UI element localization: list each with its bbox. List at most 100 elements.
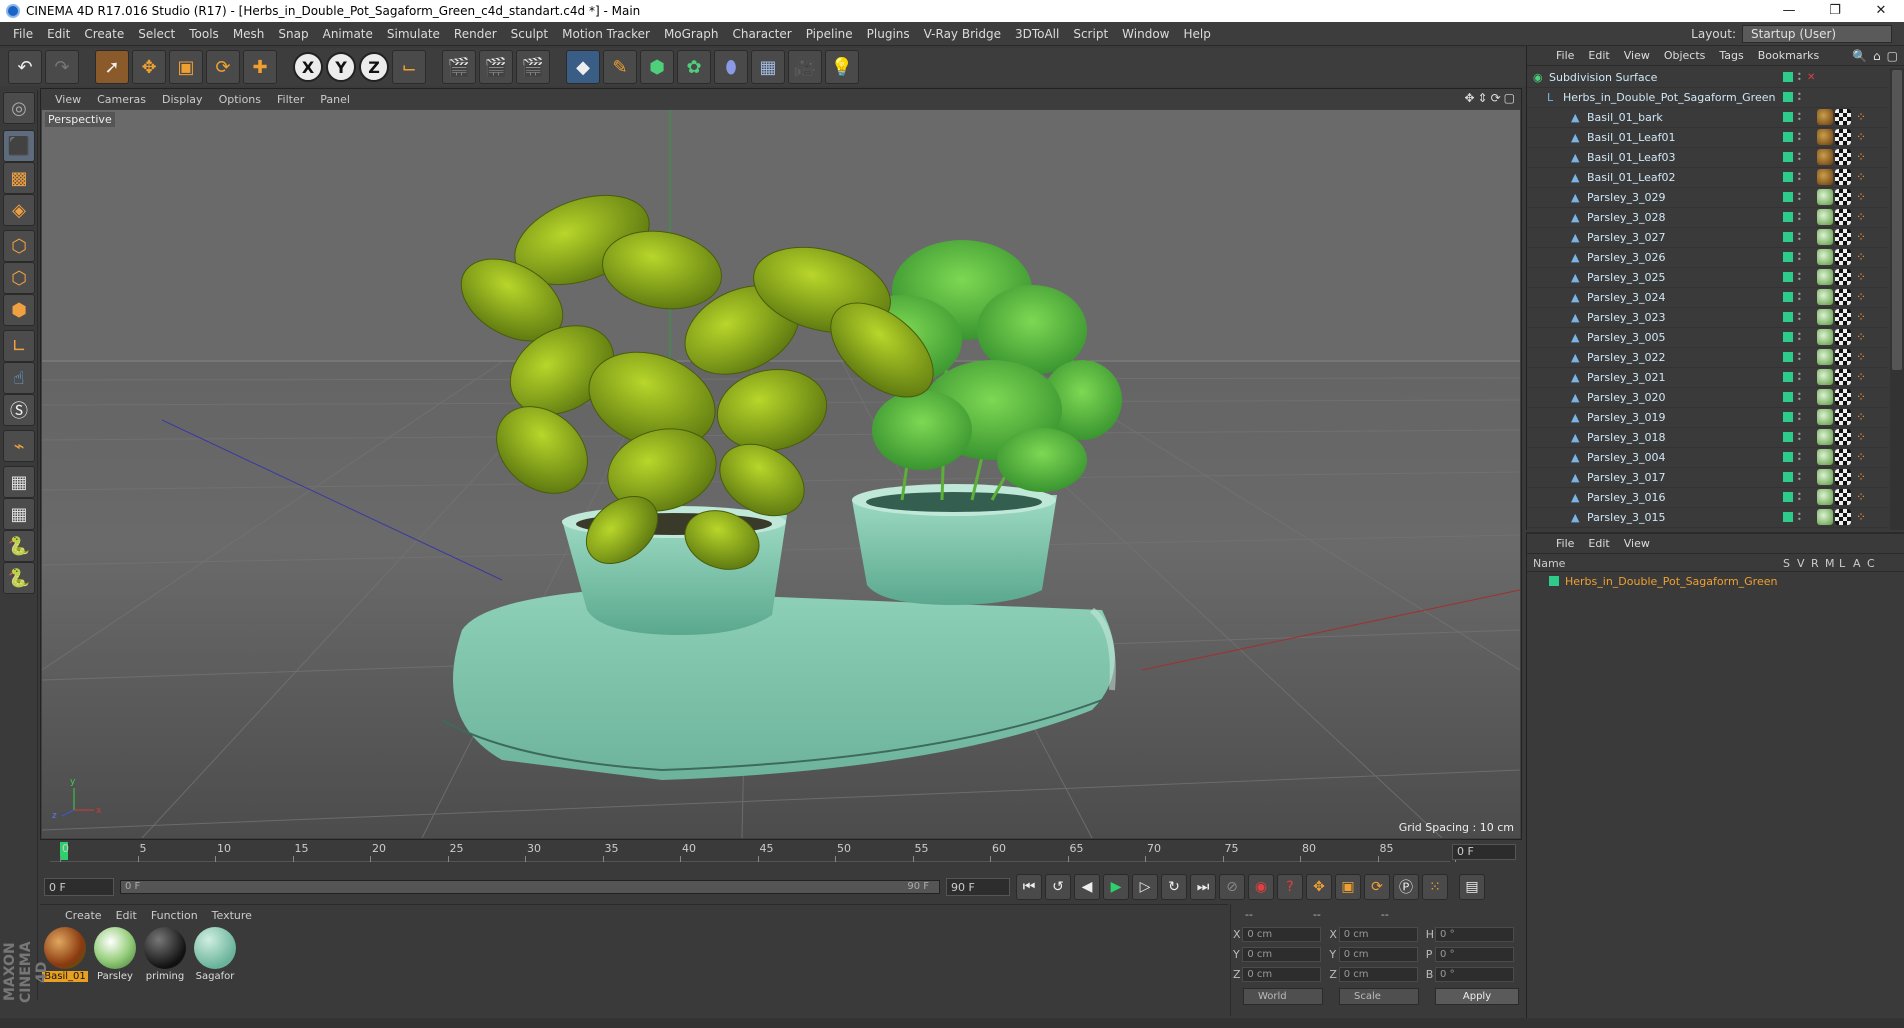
- orbit-icon[interactable]: ⟳: [1491, 91, 1501, 105]
- snapping-icon[interactable]: Ⓢ: [3, 394, 35, 426]
- render-flag-icon[interactable]: • •: [1797, 191, 1803, 204]
- axis-mode-icon[interactable]: ∟: [3, 330, 35, 362]
- object-menu-objects[interactable]: Objects: [1657, 49, 1713, 62]
- parameter-key-icon[interactable]: Ⓟ: [1393, 874, 1419, 900]
- phong-tag-icon[interactable]: ⁘: [1853, 129, 1869, 145]
- phong-tag-icon[interactable]: ⁘: [1853, 109, 1869, 125]
- phong-tag-icon[interactable]: ⁘: [1853, 429, 1869, 445]
- material-swatch[interactable]: priming: [142, 927, 188, 985]
- layout-dropdown[interactable]: Startup (User): [1742, 25, 1892, 43]
- menu-pipeline[interactable]: Pipeline: [799, 22, 860, 46]
- material-tag-icon[interactable]: [1817, 389, 1833, 405]
- coordinate-value-field[interactable]: 0 cm: [1242, 966, 1322, 982]
- menu-help[interactable]: Help: [1176, 22, 1217, 46]
- menu-v-ray-bridge[interactable]: V-Ray Bridge: [917, 22, 1008, 46]
- material-tag-icon[interactable]: [1817, 269, 1833, 285]
- menu-plugins[interactable]: Plugins: [860, 22, 917, 46]
- workplane-grid-icon[interactable]: ▦: [3, 466, 35, 498]
- render-flag-icon[interactable]: • •: [1797, 231, 1803, 244]
- material-swatch[interactable]: Parsley: [92, 927, 138, 985]
- coordinate-value-field[interactable]: 0 °: [1435, 946, 1515, 962]
- tree-row-object[interactable]: ▲ Basil_01_Leaf03 • • ⁘: [1527, 148, 1889, 168]
- mograph-cloner-icon[interactable]: ✿: [677, 50, 711, 84]
- tree-row-object[interactable]: ▲ Parsley_3_018 • • ⁘: [1527, 428, 1889, 448]
- uvw-tag-icon[interactable]: [1835, 249, 1851, 265]
- rotate-icon[interactable]: ⟳: [206, 50, 240, 84]
- menu-file[interactable]: File: [6, 22, 40, 46]
- coordinate-value-field[interactable]: 0 cm: [1242, 926, 1322, 942]
- make-editable-icon[interactable]: ◎: [3, 92, 35, 124]
- uvw-tag-icon[interactable]: [1835, 449, 1851, 465]
- record-keys-icon[interactable]: ⊘: [1219, 874, 1245, 900]
- menu-edit[interactable]: Edit: [40, 22, 77, 46]
- light-icon[interactable]: 💡: [825, 50, 859, 84]
- render-picture-viewer-icon[interactable]: 🎬: [479, 50, 513, 84]
- scale-icon[interactable]: ▣: [169, 50, 203, 84]
- search-icon[interactable]: 🔍: [1852, 49, 1867, 63]
- phong-tag-icon[interactable]: ⁘: [1853, 489, 1869, 505]
- object-tree-scrollbar[interactable]: [1890, 68, 1904, 530]
- camera-icon[interactable]: 🎥: [788, 50, 822, 84]
- maximize-view-icon[interactable]: ▢: [1504, 91, 1515, 105]
- disable-icon[interactable]: ✕: [1807, 72, 1815, 83]
- x-axis-icon[interactable]: X: [293, 52, 323, 82]
- tree-row-object[interactable]: ▲ Parsley_3_017 • • ⁘: [1527, 468, 1889, 488]
- phong-tag-icon[interactable]: ⁘: [1853, 269, 1869, 285]
- uvw-tag-icon[interactable]: [1835, 329, 1851, 345]
- uvw-tag-icon[interactable]: [1835, 109, 1851, 125]
- render-flag-icon[interactable]: • •: [1797, 271, 1803, 284]
- spline-pen-icon[interactable]: ✎: [603, 50, 637, 84]
- visibility-flag[interactable]: [1783, 392, 1793, 402]
- material-tag-icon[interactable]: [1817, 189, 1833, 205]
- redo-icon[interactable]: ↷: [45, 50, 79, 84]
- render-flag-icon[interactable]: • •: [1797, 71, 1803, 84]
- material-tag-icon[interactable]: [1817, 489, 1833, 505]
- menu-simulate[interactable]: Simulate: [380, 22, 447, 46]
- tree-row-object[interactable]: ▲ Parsley_3_023 • • ⁘: [1527, 308, 1889, 328]
- tree-row-object[interactable]: ▲ Parsley_3_026 • • ⁘: [1527, 248, 1889, 268]
- live-selection-icon[interactable]: ➚: [95, 50, 129, 84]
- tree-row-object[interactable]: ▲ Parsley_3_024 • • ⁘: [1527, 288, 1889, 308]
- new-view-icon[interactable]: ▢: [1887, 49, 1898, 63]
- material-tag-icon[interactable]: [1817, 369, 1833, 385]
- uvw-tag-icon[interactable]: [1835, 429, 1851, 445]
- uvw-tag-icon[interactable]: [1835, 509, 1851, 525]
- render-flag-icon[interactable]: • •: [1797, 471, 1803, 484]
- material-tag-icon[interactable]: [1817, 429, 1833, 445]
- coordinate-value-field[interactable]: 0 °: [1435, 966, 1515, 982]
- polygons-mode-icon[interactable]: ⬢: [3, 294, 35, 326]
- object-menu-edit[interactable]: Edit: [1581, 49, 1616, 62]
- play-icon[interactable]: ▶: [1103, 874, 1129, 900]
- autokey-icon[interactable]: ◉: [1248, 874, 1274, 900]
- tree-row-object[interactable]: ▲ Parsley_3_022 • • ⁘: [1527, 348, 1889, 368]
- 3d-viewport[interactable]: Perspective y x z Grid Spacing: 10 cm: [42, 110, 1520, 838]
- uvw-tag-icon[interactable]: [1835, 289, 1851, 305]
- object-menu-view[interactable]: View: [1617, 49, 1657, 62]
- coordinate-value-field[interactable]: 0 cm: [1338, 966, 1418, 982]
- tree-row-object[interactable]: ▲ Basil_01_Leaf02 • • ⁘: [1527, 168, 1889, 188]
- material-menu-function[interactable]: Function: [144, 909, 205, 922]
- material-tag-icon[interactable]: [1817, 349, 1833, 365]
- material-tag-icon[interactable]: [1817, 449, 1833, 465]
- render-flag-icon[interactable]: • •: [1797, 391, 1803, 404]
- z-axis-icon[interactable]: Z: [359, 52, 389, 82]
- python-2-icon[interactable]: 🐍: [3, 562, 35, 594]
- material-tag-icon[interactable]: [1817, 229, 1833, 245]
- uvw-tag-icon[interactable]: [1835, 489, 1851, 505]
- viewport-menu-display[interactable]: Display: [154, 93, 211, 106]
- uvw-tag-icon[interactable]: [1835, 229, 1851, 245]
- object-menu-tags[interactable]: Tags: [1712, 49, 1750, 62]
- visibility-flag[interactable]: [1783, 112, 1793, 122]
- cube-icon[interactable]: ◆: [566, 50, 600, 84]
- tweak-mode-icon[interactable]: ☝: [3, 362, 35, 394]
- tree-row-object[interactable]: ▲ Parsley_3_005 • • ⁘: [1527, 328, 1889, 348]
- tree-row-object[interactable]: ▲ Parsley_3_027 • • ⁘: [1527, 228, 1889, 248]
- layer-menu-edit[interactable]: Edit: [1581, 537, 1616, 550]
- texture-mode-icon[interactable]: ▩: [3, 162, 35, 194]
- material-menu-texture[interactable]: Texture: [205, 909, 259, 922]
- tree-row-object[interactable]: ▲ Parsley_3_025 • • ⁘: [1527, 268, 1889, 288]
- menu-motion-tracker[interactable]: Motion Tracker: [555, 22, 657, 46]
- visibility-flag[interactable]: [1783, 512, 1793, 522]
- menu-snap[interactable]: Snap: [271, 22, 315, 46]
- material-menu-edit[interactable]: Edit: [109, 909, 144, 922]
